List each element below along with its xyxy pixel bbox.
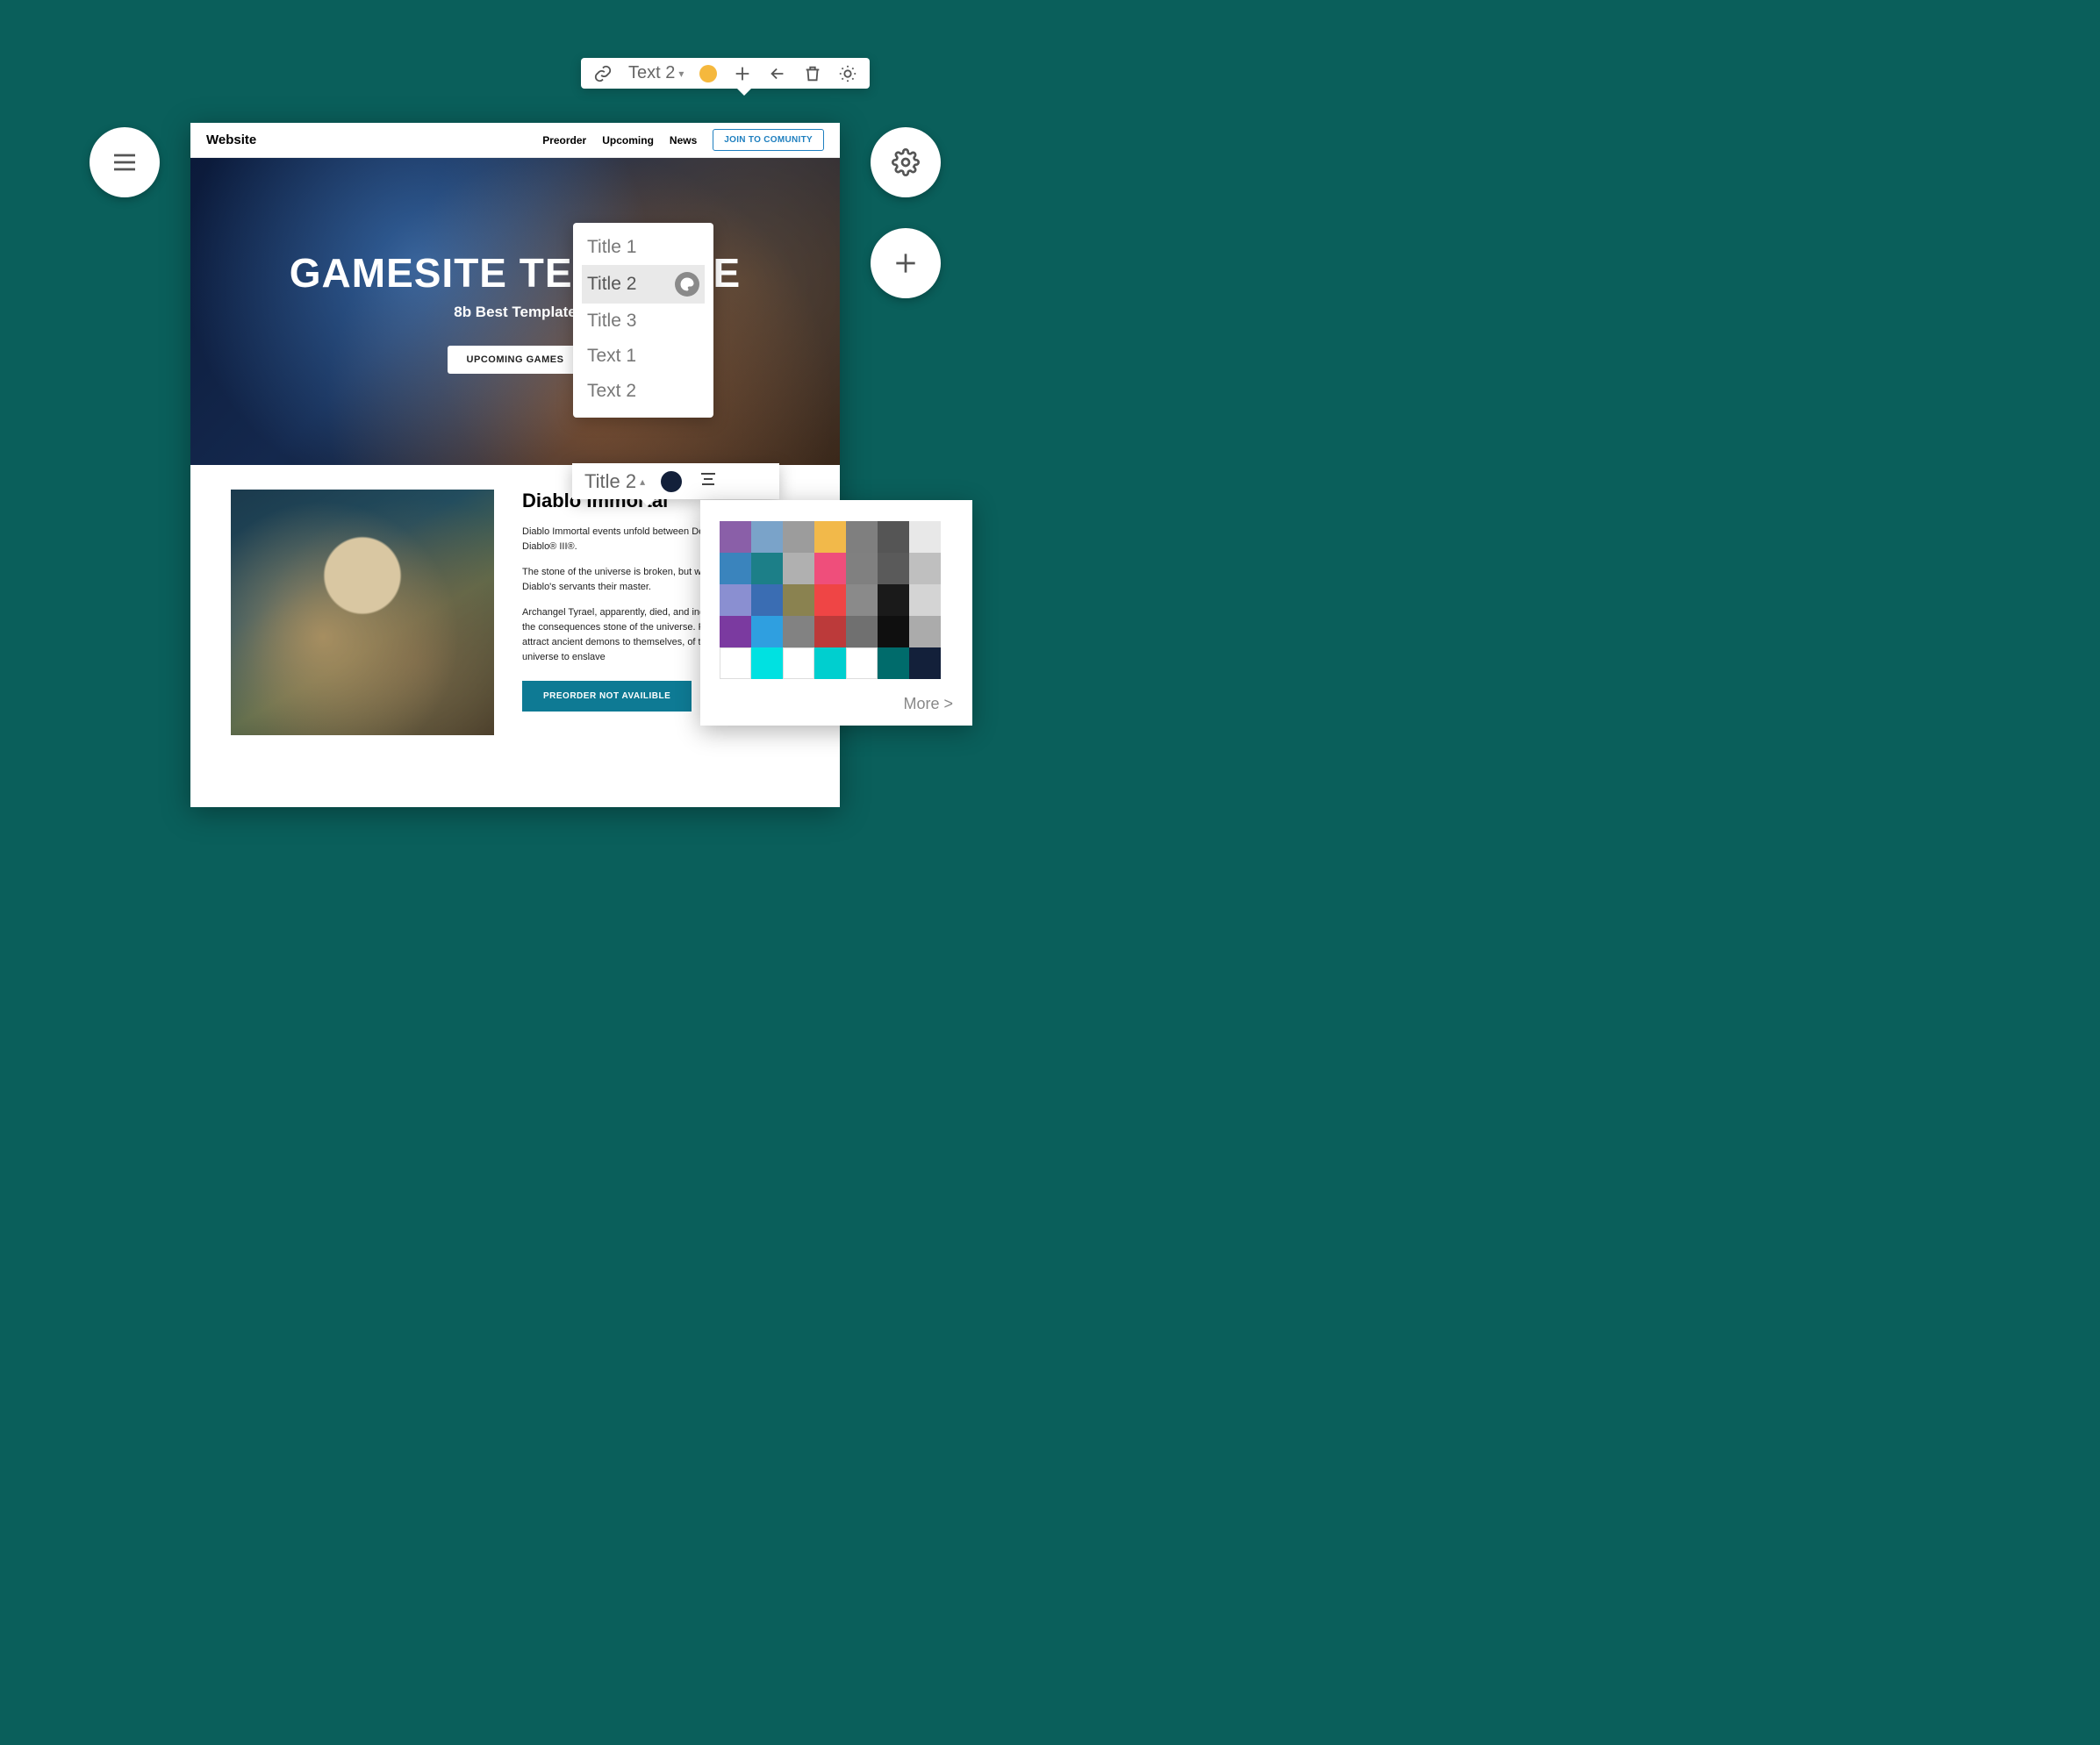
color-swatch[interactable] [878,521,909,553]
plus-icon [892,249,920,277]
plus-icon[interactable] [733,64,752,83]
element-style-dropdown[interactable]: Title 2 ▴ [584,470,645,493]
color-swatch[interactable] [909,647,941,679]
top-toolbar: Text 2 ▾ [581,58,870,89]
color-swatch[interactable] [846,553,878,584]
site-brand[interactable]: Website [206,132,256,147]
nav-upcoming[interactable]: Upcoming [602,134,654,147]
color-swatch[interactable] [783,647,814,679]
color-swatch[interactable] [751,553,783,584]
color-swatch[interactable] [878,553,909,584]
arrow-left-icon[interactable] [768,64,787,83]
color-swatch[interactable] [814,521,846,553]
color-swatch[interactable] [909,584,941,616]
color-swatch[interactable] [783,616,814,647]
color-swatch[interactable] [814,553,846,584]
color-swatch[interactable] [751,521,783,553]
nav-news[interactable]: News [670,134,697,147]
color-swatch[interactable] [783,584,814,616]
palette-icon[interactable] [675,272,699,297]
color-swatches [720,521,953,679]
color-swatch[interactable] [846,584,878,616]
color-swatch[interactable] [751,616,783,647]
element-style-label: Title 2 [584,470,636,493]
hero-section[interactable]: GAMESITE TEMPLATE 8b Best Template UPCOM… [190,158,840,465]
color-swatch[interactable] [909,553,941,584]
join-button[interactable]: JOIN TO COMUNITY [713,129,824,151]
hero-cta-button[interactable]: UPCOMING GAMES [448,346,584,374]
hamburger-icon [111,148,139,176]
gear-icon [892,148,920,176]
color-swatch[interactable] [814,647,846,679]
text-style-panel: Title 1 Title 2 Title 3 Text 1 Text 2 [573,223,713,418]
color-panel: More > [700,500,972,726]
color-swatch[interactable] [878,584,909,616]
color-swatch[interactable] [720,647,751,679]
chevron-up-icon: ▴ [640,476,645,488]
settings-button[interactable] [871,127,941,197]
element-toolbar: Title 2 ▴ [572,463,779,499]
more-colors-link[interactable]: More > [720,695,953,713]
color-swatch[interactable] [720,616,751,647]
preorder-button[interactable]: PREORDER NOT AVAILIBLE [522,681,692,712]
color-swatch[interactable] [814,584,846,616]
hero-subtitle[interactable]: 8b Best Template [454,304,577,321]
site-navbar: Website Preorder Upcoming News JOIN TO C… [190,123,840,158]
text-style-label: Text 2 [628,63,675,83]
chevron-down-icon: ▾ [678,68,684,80]
color-swatch[interactable] [846,521,878,553]
color-swatch[interactable] [846,616,878,647]
color-swatch[interactable] [720,553,751,584]
style-option-text-2[interactable]: Text 2 [582,374,705,409]
style-option-title-3[interactable]: Title 3 [582,304,705,339]
color-swatch[interactable] [751,647,783,679]
color-swatch[interactable] [720,521,751,553]
style-option-title-1[interactable]: Title 1 [582,230,705,265]
color-swatch[interactable] [846,647,878,679]
add-block-button[interactable] [871,228,941,298]
nav-links: Preorder Upcoming News JOIN TO COMUNITY [542,129,824,151]
text-color-swatch[interactable] [699,65,717,82]
nav-preorder[interactable]: Preorder [542,134,586,147]
link-icon[interactable] [593,64,613,83]
color-swatch[interactable] [720,584,751,616]
text-style-dropdown[interactable]: Text 2 ▾ [628,63,684,83]
color-swatch[interactable] [878,616,909,647]
color-swatch[interactable] [814,616,846,647]
style-option-text-1[interactable]: Text 1 [582,339,705,374]
trash-icon[interactable] [803,64,822,83]
color-swatch[interactable] [878,647,909,679]
color-swatch[interactable] [783,553,814,584]
align-center-icon[interactable] [698,468,719,494]
color-swatch[interactable] [783,521,814,553]
sun-icon[interactable] [838,64,857,83]
style-option-title-2[interactable]: Title 2 [582,265,705,304]
color-swatch[interactable] [751,584,783,616]
menu-button[interactable] [90,127,160,197]
color-swatch[interactable] [909,521,941,553]
article-image[interactable] [231,490,494,735]
element-color-swatch[interactable] [661,471,682,492]
style-option-label: Title 2 [587,274,636,295]
color-swatch[interactable] [909,616,941,647]
